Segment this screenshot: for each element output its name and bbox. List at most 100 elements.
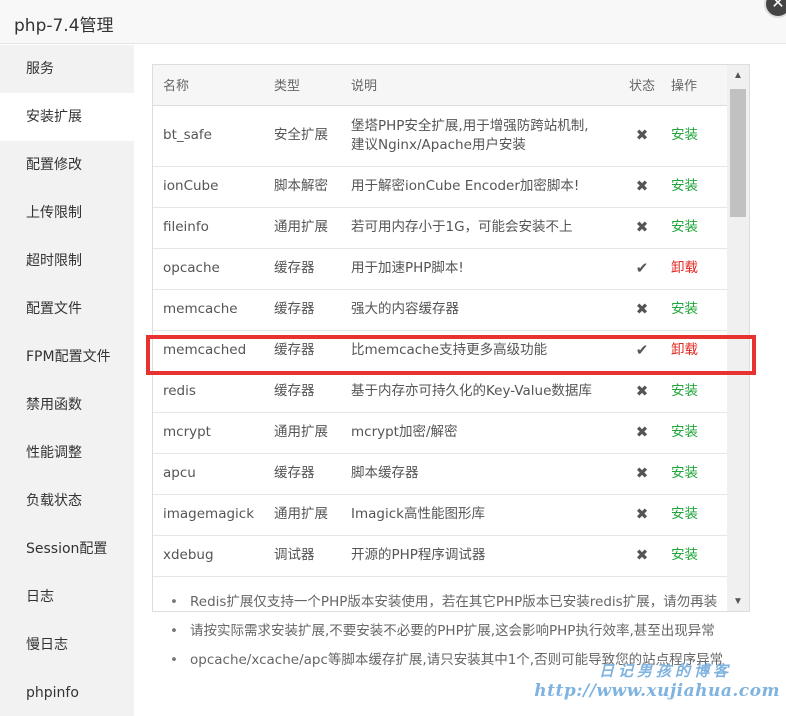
cell-description: 脚本缓存器 [341, 453, 619, 495]
cell-description: 强大的内容缓存器 [341, 289, 619, 331]
cell-type: 安全扩展 [264, 105, 341, 167]
sidebar-item-service[interactable]: 服务 [0, 45, 134, 93]
table-header-row: 名称 类型 说明 状态 操作 [153, 65, 727, 106]
cell-name: fileinfo [153, 207, 264, 249]
scroll-thumb[interactable] [730, 89, 746, 217]
table-row: xdebug 调试器 开源的PHP程序调试器 ✖ 安装 [153, 535, 727, 577]
table-row: memcached 缓存器 比memcache支持更多高级功能 ✔ 卸载 [153, 330, 727, 372]
header-name: 名称 [153, 65, 264, 106]
cell-name: redis [153, 371, 264, 413]
sidebar-item-config-file[interactable]: 配置文件 [0, 285, 134, 333]
cell-description: 用于解密ionCube Encoder加密脚本! [341, 166, 619, 208]
install-link[interactable]: 安装 [671, 465, 698, 481]
cell-status: ✖ [619, 207, 665, 249]
table-row: mcrypt 通用扩展 mcrypt加密/解密 ✖ 安装 [153, 412, 727, 454]
install-link[interactable]: 安装 [671, 506, 698, 522]
cell-type: 缓存器 [264, 289, 341, 331]
title-bar: php-7.4管理 [0, 0, 786, 44]
cell-name: imagemagick [153, 494, 264, 536]
cell-name: mcrypt [153, 412, 264, 454]
sidebar-item-timeout-limit[interactable]: 超时限制 [0, 237, 134, 285]
cell-action: 安装 [665, 412, 727, 454]
install-link[interactable]: 安装 [671, 424, 698, 440]
cross-icon: ✖ [635, 504, 649, 523]
cell-status: ✖ [619, 494, 665, 536]
cell-status: ✖ [619, 105, 665, 167]
table-row: imagemagick 通用扩展 Imagick高性能图形库 ✖ 安装 [153, 494, 727, 536]
cell-type: 缓存器 [264, 371, 341, 413]
table-row: memcache 缓存器 强大的内容缓存器 ✖ 安装 [153, 289, 727, 331]
cell-status: ✖ [619, 166, 665, 208]
header-type: 类型 [264, 65, 341, 106]
cell-description: 若可用内存小于1G，可能会安装不上 [341, 207, 619, 249]
watermark-title: 日记男孩的博客 [598, 662, 732, 680]
cross-icon: ✖ [635, 176, 649, 195]
extensions-table-container: 名称 类型 说明 状态 操作 bt_safe 安全扩展 堡塔PHP安全扩展,用于… [152, 64, 750, 612]
table-row: redis 缓存器 基于内存亦可持久化的Key-Value数据库 ✖ 安装 [153, 371, 727, 413]
header-description: 说明 [341, 65, 619, 106]
sidebar-item-upload-limit[interactable]: 上传限制 [0, 189, 134, 237]
php-manager-window: php-7.4管理 ✕ 服务 安装扩展 配置修改 上传限制 超时限制 配置文件 … [0, 0, 786, 716]
check-icon: ✔ [635, 258, 649, 277]
scroll-up-icon[interactable]: ▲ [727, 67, 749, 85]
install-link[interactable]: 安装 [671, 178, 698, 194]
cell-description: Imagick高性能图形库 [341, 494, 619, 536]
install-link[interactable]: 安装 [671, 219, 698, 235]
check-icon: ✔ [635, 340, 649, 359]
cross-icon: ✖ [635, 381, 649, 400]
window-title: php-7.4管理 [14, 16, 114, 36]
cell-action: 安装 [665, 371, 727, 413]
sidebar-item-session-config[interactable]: Session配置 [0, 525, 134, 573]
cross-icon: ✖ [635, 463, 649, 482]
sidebar-item-load-status[interactable]: 负载状态 [0, 477, 134, 525]
sidebar-item-slow-log[interactable]: 慢日志 [0, 621, 134, 669]
install-link[interactable]: 安装 [671, 127, 698, 143]
sidebar-item-config-edit[interactable]: 配置修改 [0, 141, 134, 189]
uninstall-link[interactable]: 卸载 [671, 260, 698, 276]
table-row: fileinfo 通用扩展 若可用内存小于1G，可能会安装不上 ✖ 安装 [153, 207, 727, 249]
cell-name: xdebug [153, 535, 264, 577]
cell-status: ✖ [619, 371, 665, 413]
main-content: 名称 类型 说明 状态 操作 bt_safe 安全扩展 堡塔PHP安全扩展,用于… [134, 45, 786, 716]
cell-action: 安装 [665, 166, 727, 208]
cell-status: ✔ [619, 330, 665, 372]
cell-status: ✖ [619, 535, 665, 577]
cell-status: ✔ [619, 248, 665, 290]
cell-name: memcache [153, 289, 264, 331]
cell-type: 调试器 [264, 535, 341, 577]
sidebar-item-log[interactable]: 日志 [0, 573, 134, 621]
sidebar-item-performance[interactable]: 性能调整 [0, 429, 134, 477]
install-link[interactable]: 安装 [671, 383, 698, 399]
cell-type: 通用扩展 [264, 412, 341, 454]
install-link[interactable]: 安装 [671, 301, 698, 317]
cross-icon: ✖ [635, 299, 649, 318]
cell-type: 缓存器 [264, 248, 341, 290]
cell-action: 安装 [665, 105, 727, 167]
cell-description: 基于内存亦可持久化的Key-Value数据库 [341, 371, 619, 413]
cell-action: 卸载 [665, 330, 727, 372]
note-item: 请按实际需求安装扩展,不要安装不必要的PHP扩展,这会影响PHP执行效率,甚至出… [170, 617, 770, 646]
uninstall-link[interactable]: 卸载 [671, 342, 698, 358]
sidebar-item-disabled-functions[interactable]: 禁用函数 [0, 381, 134, 429]
cell-status: ✖ [619, 453, 665, 495]
cell-action: 安装 [665, 289, 727, 331]
sidebar-item-install-extensions[interactable]: 安装扩展 [0, 93, 134, 141]
table-scrollbar[interactable]: ▲ ▼ [727, 65, 749, 611]
cell-description: 比memcache支持更多高级功能 [341, 330, 619, 372]
table-row: opcache 缓存器 用于加速PHP脚本! ✔ 卸载 [153, 248, 727, 290]
table-row: ionCube 脚本解密 用于解密ionCube Encoder加密脚本! ✖ … [153, 166, 727, 208]
blog-watermark: 日记男孩的博客 http://www.xujiahua.com [530, 660, 780, 710]
sidebar-item-phpinfo[interactable]: phpinfo [0, 669, 134, 716]
cell-name: bt_safe [153, 105, 264, 167]
cell-name: ionCube [153, 166, 264, 208]
description-line: 建议Nginx/Apache用户安装 [351, 136, 526, 153]
cell-status: ✖ [619, 289, 665, 331]
cell-type: 缓存器 [264, 453, 341, 495]
install-link[interactable]: 安装 [671, 547, 698, 563]
cross-icon: ✖ [635, 125, 649, 144]
cell-type: 通用扩展 [264, 207, 341, 249]
cell-type: 通用扩展 [264, 494, 341, 536]
cell-description: 堡塔PHP安全扩展,用于增强防跨站机制, 建议Nginx/Apache用户安装 [341, 105, 619, 167]
sidebar-item-fpm-config[interactable]: FPM配置文件 [0, 333, 134, 381]
header-status: 状态 [619, 65, 665, 106]
